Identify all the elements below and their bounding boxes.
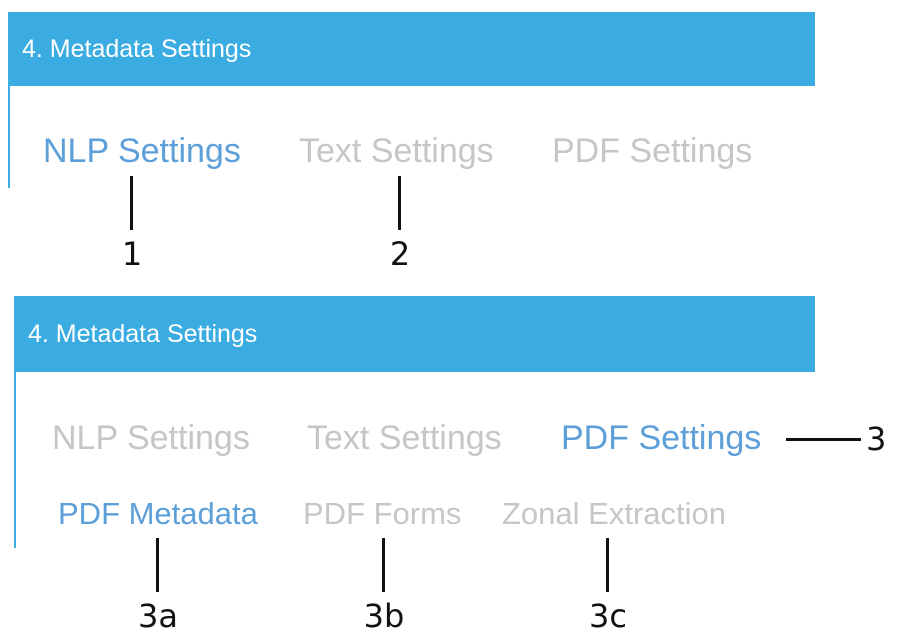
callout-line-1 (130, 176, 133, 230)
panel-left-border (8, 86, 10, 188)
section-header: 4. Metadata Settings (14, 296, 815, 372)
callout-label-3a: 3a (138, 597, 178, 635)
subtab-pdf-forms[interactable]: PDF Forms (303, 498, 461, 529)
tab-pdf-settings[interactable]: PDF Settings (552, 134, 752, 168)
tab-nlp-settings[interactable]: NLP Settings (43, 134, 241, 168)
callout-line-3b (382, 538, 385, 592)
callout-label-3b: 3b (363, 597, 405, 635)
callout-line-3c (606, 538, 609, 592)
callout-label-1: 1 (121, 235, 143, 273)
panel-left-border (14, 372, 16, 548)
callout-label-3: 3 (866, 420, 887, 458)
tab-nlp-settings[interactable]: NLP Settings (52, 421, 250, 455)
subtab-zonal-extraction[interactable]: Zonal Extraction (502, 498, 726, 529)
section-title: 4. Metadata Settings (28, 319, 258, 348)
tab-text-settings[interactable]: Text Settings (307, 421, 502, 455)
callout-line-2 (398, 176, 401, 230)
subtab-pdf-metadata[interactable]: PDF Metadata (58, 498, 258, 529)
tab-pdf-settings[interactable]: PDF Settings (561, 421, 761, 455)
callout-label-2: 2 (389, 235, 411, 273)
tab-text-settings[interactable]: Text Settings (299, 134, 494, 168)
callout-line-3a (156, 538, 159, 592)
callout-line-3 (786, 438, 861, 441)
section-title: 4. Metadata Settings (22, 34, 252, 63)
section-header: 4. Metadata Settings (8, 12, 815, 86)
callout-label-3c: 3c (589, 597, 627, 635)
